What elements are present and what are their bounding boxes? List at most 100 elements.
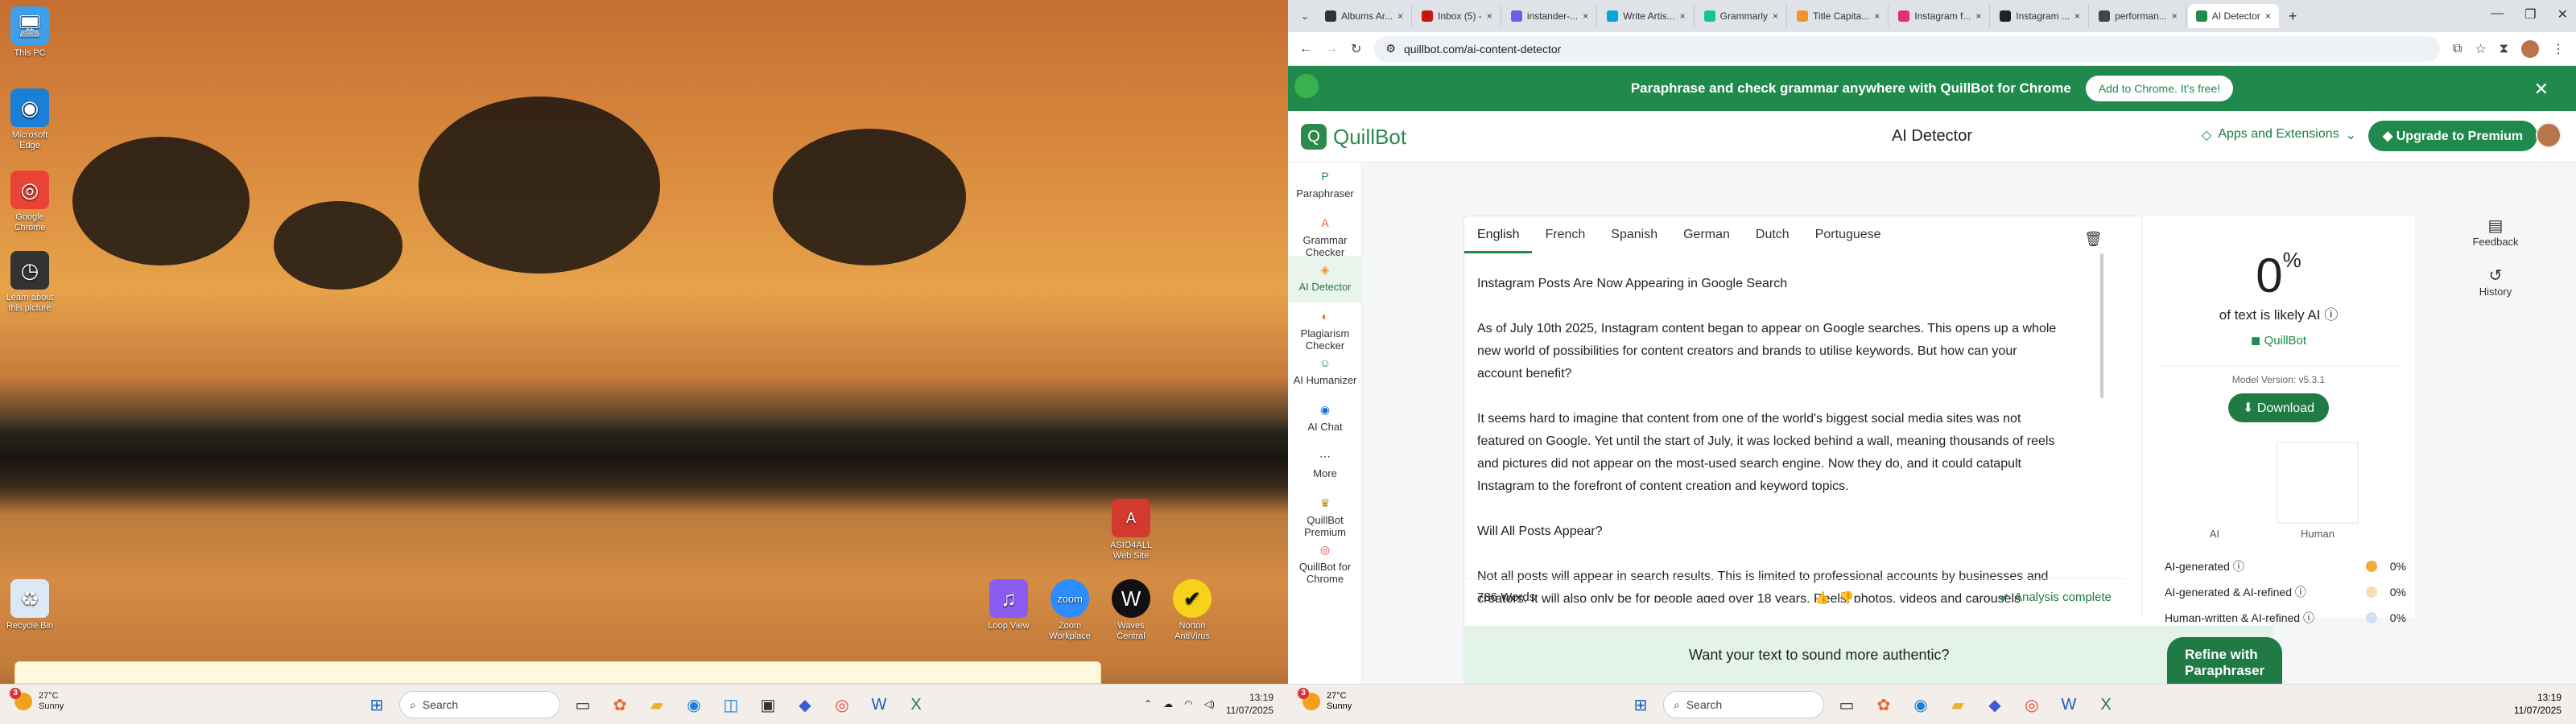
volume-icon[interactable]: ◁) <box>1204 698 1215 710</box>
info-icon[interactable]: ⓘ <box>2295 584 2306 600</box>
tab-spanish[interactable]: Spanish <box>1598 216 1670 253</box>
folder-icon[interactable]: ▰ <box>642 690 671 719</box>
sidebar-item-more[interactable]: ⋯ More <box>1288 442 1362 489</box>
teams-icon[interactable]: ◆ <box>1980 690 2009 719</box>
upgrade-premium-button[interactable]: ◆ Upgrade to Premium <box>2368 121 2538 151</box>
bookmark-star-icon[interactable]: ☆ <box>2475 41 2486 57</box>
tab-english[interactable]: English <box>1464 216 1533 253</box>
sidebar-item-paraphraser[interactable]: P Paraphraser <box>1288 162 1362 209</box>
sidebar-item-premium[interactable]: ♛ QuillBot Premium <box>1288 489 1362 539</box>
browser-tab[interactable]: Instagram f... × <box>1890 4 1991 28</box>
close-tab-icon[interactable]: × <box>1680 10 1686 22</box>
close-tab-icon[interactable]: × <box>1874 10 1880 22</box>
tab-dutch[interactable]: Dutch <box>1743 216 1802 253</box>
thumbs-up-icon[interactable]: 👍 <box>1814 590 1830 605</box>
desktop-icon-loop-view[interactable]: ♫ Loop View <box>980 579 1037 631</box>
url-field[interactable]: ⚙ quillbot.com/ai-content-detector <box>1374 35 2440 62</box>
install-icon[interactable]: ⧉ <box>2453 42 2462 56</box>
close-banner-icon[interactable]: ✕ <box>2534 79 2549 100</box>
browser-tab[interactable]: Write Artis... × <box>1599 4 1695 28</box>
sidebar-item-grammar[interactable]: A Grammar Checker <box>1288 209 1362 258</box>
word-icon[interactable]: W <box>865 690 894 719</box>
info-icon[interactable]: ⓘ <box>2324 307 2338 323</box>
desktop-icon-this-pc[interactable]: 🖥 This PC <box>2 6 58 59</box>
reload-icon[interactable]: ↻ <box>1351 41 1361 57</box>
desktop-icon-norton[interactable]: ✔ Norton AntiVirus <box>1164 579 1220 642</box>
close-tab-icon[interactable]: × <box>1773 10 1778 22</box>
tab-french[interactable]: French <box>1532 216 1598 253</box>
desktop-icon-waves[interactable]: W Waves Central <box>1103 579 1159 642</box>
thumbs-down-icon[interactable]: 👎 <box>1839 590 1855 605</box>
trash-icon[interactable]: 🗑 <box>2084 231 2103 248</box>
forward-icon[interactable]: → <box>1325 42 1338 56</box>
copilot-icon[interactable]: ✿ <box>605 690 634 719</box>
sidebar-item-chrome[interactable]: ◎ QuillBot for Chrome <box>1288 536 1362 586</box>
desktop-icon-chrome[interactable]: ◎ Google Chrome <box>2 171 58 233</box>
profile-icon[interactable] <box>2521 39 2539 58</box>
folder-icon[interactable]: ▰ <box>1943 690 1972 719</box>
taskbar-search[interactable]: ⌕ Search <box>399 691 560 718</box>
add-to-chrome-button[interactable]: Add to Chrome. It's free! <box>2085 76 2234 101</box>
browser-tab[interactable]: Albums Ar... × <box>1317 4 1413 28</box>
maximize-icon[interactable]: ❐ <box>2524 6 2536 23</box>
close-tab-icon[interactable]: × <box>1975 10 1981 22</box>
text-input[interactable]: Instagram Posts Are Now Appearing in Goo… <box>1477 273 2065 603</box>
avatar[interactable] <box>2536 122 2562 148</box>
store-icon[interactable]: ◫ <box>716 690 745 719</box>
desktop-icon-asio4all[interactable]: A ASIO4ALL Web Site <box>1103 499 1159 562</box>
scrollbar[interactable] <box>2100 253 2103 398</box>
back-icon[interactable]: ← <box>1299 42 1312 56</box>
cloud-icon[interactable]: ☁ <box>1163 698 1173 710</box>
wifi-icon[interactable]: ◠ <box>1184 698 1192 710</box>
weather-widget[interactable]: 3 27°C Sunny <box>1298 688 1352 712</box>
close-tab-icon[interactable]: × <box>1487 10 1492 22</box>
tab-german[interactable]: German <box>1670 216 1743 253</box>
copilot-icon[interactable]: ✿ <box>1869 690 1898 719</box>
sticky-note[interactable] <box>14 661 1101 684</box>
desktop-icon-learn-picture[interactable]: ◷ Learn about this picture <box>2 251 58 314</box>
tab-menu-icon[interactable]: ⌄ <box>1294 10 1315 22</box>
browser-tab[interactable]: instander-... × <box>1503 4 1598 28</box>
download-button[interactable]: ⬇ Download <box>2227 393 2329 422</box>
clock[interactable]: 13:19 11/07/2025 <box>2514 691 2562 717</box>
browser-tab-active[interactable]: AI Detector × <box>2187 4 2279 28</box>
app-icon[interactable]: ▣ <box>753 690 782 719</box>
browser-tab[interactable]: Inbox (5) - × <box>1414 4 1501 28</box>
browser-tab[interactable]: Grammarly × <box>1696 4 1788 28</box>
chrome-taskbar-icon[interactable]: ◎ <box>2017 690 2046 719</box>
desktop-icon-edge[interactable]: ◉ Microsoft Edge <box>2 88 58 151</box>
edge-taskbar-icon[interactable]: ◉ <box>1906 690 1935 719</box>
info-icon[interactable]: ⓘ <box>2303 610 2314 626</box>
word-icon[interactable]: W <box>2054 690 2083 719</box>
history-button[interactable]: ↺ History <box>2415 265 2576 298</box>
close-tab-icon[interactable]: × <box>1583 10 1588 22</box>
chevron-up-icon[interactable]: ⌃ <box>1144 698 1152 710</box>
chrome-taskbar-icon[interactable]: ◎ <box>828 690 857 719</box>
tab-portuguese[interactable]: Portuguese <box>1802 216 1894 253</box>
close-tab-icon[interactable]: × <box>2172 10 2178 22</box>
extensions-icon[interactable]: ⧗ <box>2500 42 2508 56</box>
start-icon[interactable]: ⊞ <box>362 690 391 719</box>
weather-widget[interactable]: 3 27°C Sunny <box>10 688 64 712</box>
desktop-icon-zoom[interactable]: zoom Zoom Workplace <box>1042 579 1098 642</box>
browser-tab[interactable]: Title Capita... × <box>1789 4 1889 28</box>
sidebar-item-plagiarism[interactable]: ◐ Plagiarism Checker <box>1288 302 1362 352</box>
browser-tab[interactable]: Instagram ... × <box>1992 4 2090 28</box>
browser-menu-icon[interactable]: ⋮ <box>2552 41 2565 57</box>
taskbar-search[interactable]: ⌕ Search <box>1663 691 1824 718</box>
desktop-icon-recycle-bin[interactable]: ♻ Recycle Bin <box>2 579 58 631</box>
start-icon[interactable]: ⊞ <box>1626 690 1655 719</box>
sidebar-item-humanizer[interactable]: ☺ AI Humanizer <box>1288 349 1362 396</box>
browser-tab[interactable]: performan... × <box>2091 4 2186 28</box>
clock[interactable]: 13:19 11/07/2025 <box>1226 691 1274 717</box>
excel-icon[interactable]: X <box>902 690 931 719</box>
sidebar-item-ai-chat[interactable]: ◉ AI Chat <box>1288 396 1362 442</box>
teams-icon[interactable]: ◆ <box>791 690 819 719</box>
minimize-icon[interactable]: — <box>2491 6 2504 23</box>
feedback-button[interactable]: ▤ Feedback <box>2415 216 2576 248</box>
new-tab-icon[interactable]: + <box>2281 8 2306 25</box>
edge-taskbar-icon[interactable]: ◉ <box>679 690 708 719</box>
info-icon[interactable]: ⓘ <box>2233 558 2244 574</box>
sidebar-item-ai-detector[interactable]: ◈ AI Detector <box>1288 256 1362 302</box>
close-tab-icon[interactable]: × <box>2074 10 2080 22</box>
